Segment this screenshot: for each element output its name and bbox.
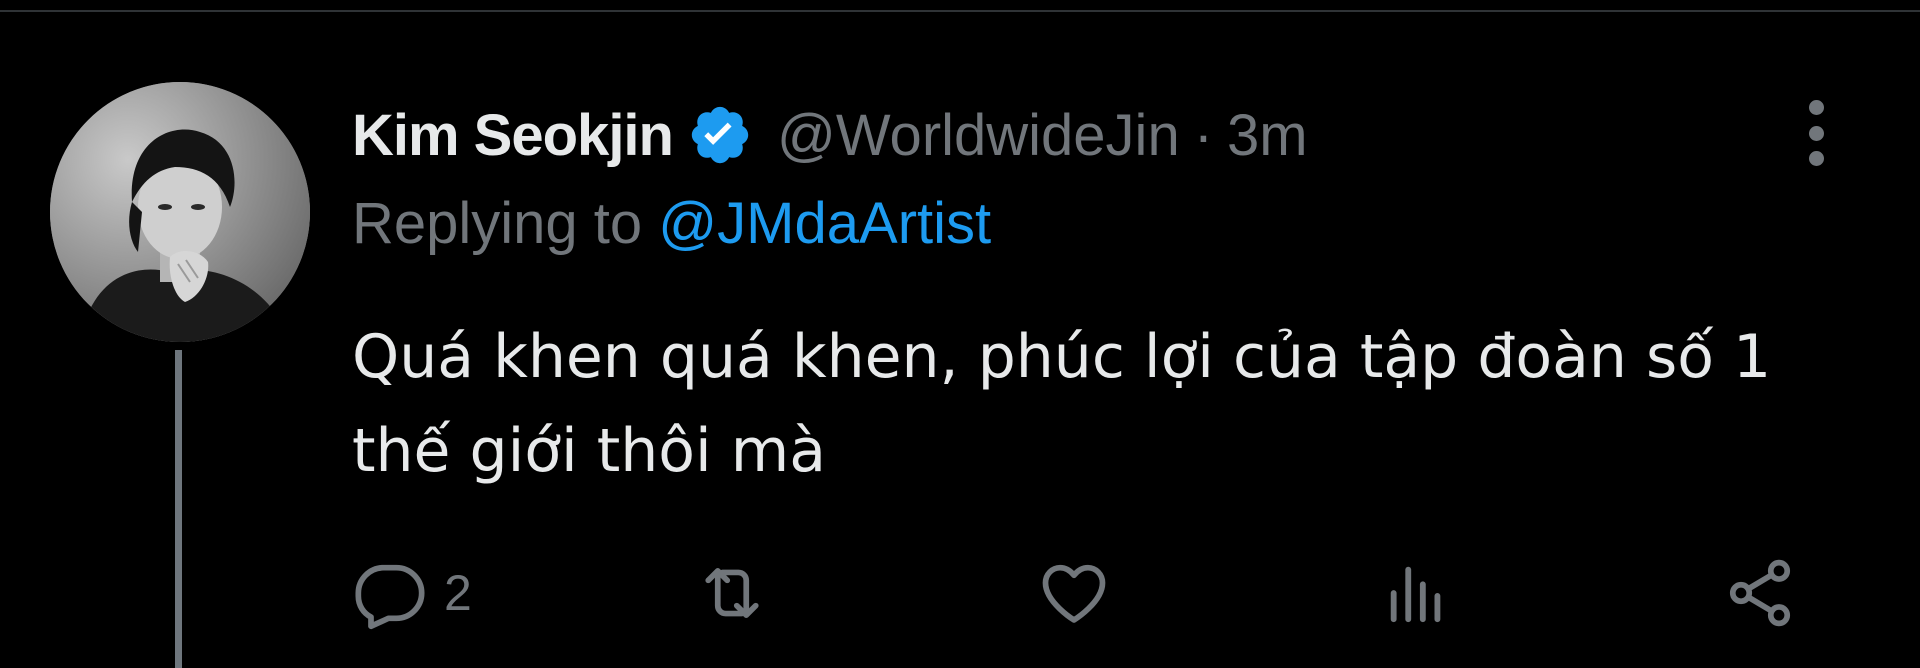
reply-button[interactable]: 2 [352,555,472,631]
share-button[interactable] [1722,555,1798,631]
action-bar: 2 [0,555,1920,631]
tweet-header: Kim Seokjin @WorldwideJin · 3m [352,100,1308,170]
reply-count: 2 [444,565,472,621]
reply-icon [355,564,425,630]
separator-dot: · [1193,102,1214,168]
retweet-button[interactable] [692,555,772,631]
replying-prefix: Replying to [352,191,643,256]
more-vertical-icon[interactable] [1796,100,1836,166]
heart-icon [1042,564,1106,623]
user-handle[interactable]: @WorldwideJin [777,102,1180,169]
retweet-icon [705,567,759,619]
top-divider [0,10,1920,12]
replying-to-line: Replying to @JMdaArtist [352,190,991,257]
avatar-photo [50,82,310,342]
like-button[interactable] [1036,555,1112,631]
views-chart-icon [1390,566,1441,623]
timestamp[interactable]: 3m [1227,102,1308,169]
views-button[interactable] [1382,555,1452,631]
replying-mention-link[interactable]: @JMdaArtist [658,191,991,256]
share-icon [1729,559,1791,627]
avatar[interactable] [50,82,310,342]
verified-badge-icon [687,102,753,168]
tweet-text: Quá khen quá khen, phúc lợi của tập đoàn… [352,322,1772,486]
display-name[interactable]: Kim Seokjin [352,102,674,169]
